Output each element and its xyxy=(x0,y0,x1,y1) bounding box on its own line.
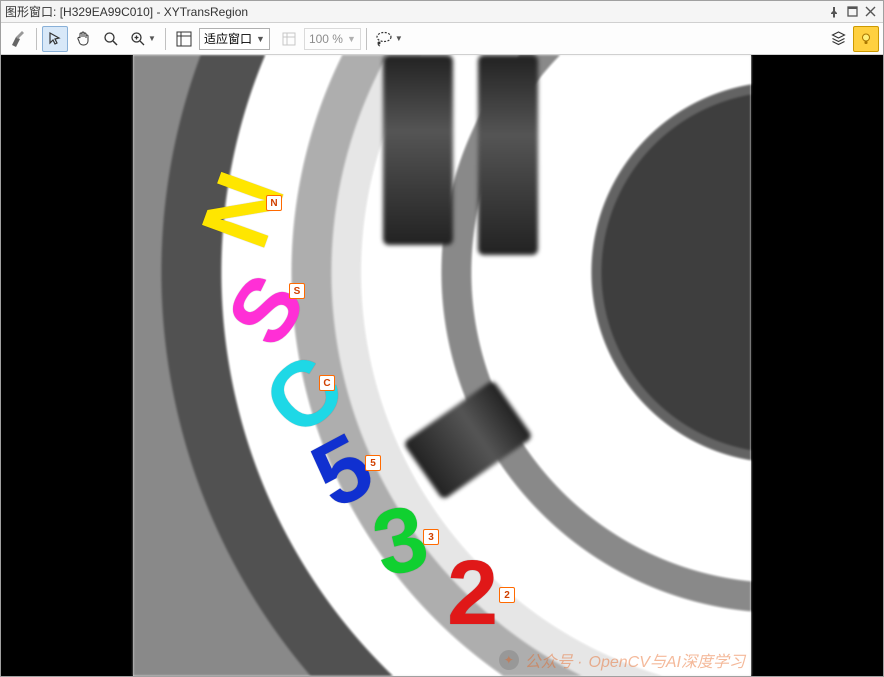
title-doc-id: [H329EA99C010] xyxy=(60,5,153,19)
watermark-prefix: 公众号 · xyxy=(525,648,583,672)
part-slot xyxy=(383,55,453,245)
toolbar: ▼ 适应窗口 ▼ 100 % ▼ ▼ xyxy=(1,23,883,55)
title-prefix: 图形窗口: xyxy=(5,5,56,19)
image-stage: NNSSCC553322 ✦ 公众号 · OpenCV与AI深度学习 xyxy=(133,55,751,676)
toolbar-separator xyxy=(36,28,37,50)
zoom-tool-button[interactable] xyxy=(98,26,124,52)
title-doc-name: XYTransRegion xyxy=(164,5,248,19)
pan-tool-button[interactable] xyxy=(70,26,96,52)
wechat-icon: ✦ xyxy=(499,650,519,670)
detection-label: 5 xyxy=(365,455,381,471)
brush-clear-button[interactable] xyxy=(5,26,31,52)
zoom-actual-icon xyxy=(276,26,302,52)
hint-bulb-button[interactable] xyxy=(853,26,879,52)
fit-mode-combo[interactable]: 适应窗口 ▼ xyxy=(199,28,270,50)
chevron-down-icon: ▼ xyxy=(256,34,265,44)
watermark-text: OpenCV与AI深度学习 xyxy=(589,648,746,672)
fit-mode-label: 适应窗口 xyxy=(204,30,252,47)
lasso-tool-button[interactable]: ▼ xyxy=(372,26,406,52)
titlebar: 图形窗口: [H329EA99C010] - XYTransRegion xyxy=(1,1,883,23)
detection-label: 3 xyxy=(423,529,439,545)
detection-label: C xyxy=(319,375,335,391)
close-button[interactable] xyxy=(861,4,879,20)
title-sep: - xyxy=(156,5,160,19)
toolbar-separator xyxy=(366,28,367,50)
pin-button[interactable] xyxy=(825,4,843,20)
fit-window-icon[interactable] xyxy=(171,26,197,52)
zoom-in-button[interactable]: ▼ xyxy=(126,26,160,52)
detection-label: S xyxy=(289,283,305,299)
canvas-area[interactable]: NNSSCC553322 ✦ 公众号 · OpenCV与AI深度学习 xyxy=(1,55,883,676)
zoom-value-label: 100 % xyxy=(309,32,343,46)
detection-label: 2 xyxy=(499,587,515,603)
watermark: ✦ 公众号 · OpenCV与AI深度学习 xyxy=(499,648,745,672)
maximize-button[interactable] xyxy=(843,4,861,20)
pointer-tool-button[interactable] xyxy=(42,26,68,52)
part-slot xyxy=(478,55,538,255)
layers-button[interactable] xyxy=(825,26,851,52)
detection-label: N xyxy=(266,195,282,211)
window-title: 图形窗口: [H329EA99C010] - XYTransRegion xyxy=(5,3,825,20)
chevron-down-icon: ▼ xyxy=(347,34,356,44)
toolbar-separator xyxy=(165,28,166,50)
zoom-percent-combo: 100 % ▼ xyxy=(304,28,361,50)
